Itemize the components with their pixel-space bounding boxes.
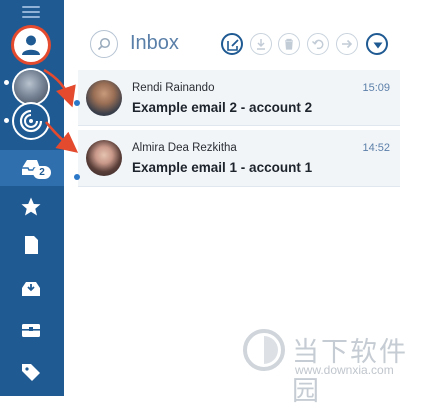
chevron-down-icon [373,42,383,49]
inbox-tray-icon [22,282,40,296]
download-icon [257,39,265,50]
unread-indicator [74,100,80,106]
email-subject: Example email 1 - account 1 [132,160,313,175]
star-icon [21,197,41,216]
email-sender: Rendi Rainando [132,82,215,94]
email-row[interactable]: Almira Dea Rezkitha Example email 1 - ac… [74,130,400,187]
tag-icon [22,364,40,381]
compose-button[interactable] [221,33,243,55]
more-options-button[interactable] [366,33,388,55]
account-swirl-button[interactable] [14,104,48,138]
sidebar-item-tags[interactable] [0,355,64,391]
watermark-logo [243,329,285,371]
email-row[interactable]: Rendi Rainando Example email 2 - account… [74,70,400,126]
account-avatar-photo[interactable] [14,70,48,104]
watermark-url: www.downxia.com [295,363,394,377]
sidebar-item-drafts[interactable]: 2 [0,150,64,186]
sidebar-item-documents[interactable] [0,228,64,264]
sidebar: 2 [0,0,64,396]
trash-icon [285,38,293,50]
compose-icon [227,39,239,51]
user-account-button[interactable] [14,28,48,62]
forward-button[interactable] [336,33,358,55]
account-indicator-dot [4,80,9,85]
delete-button[interactable] [278,33,300,55]
forward-icon [342,39,353,49]
undo-icon [311,39,324,50]
sidebar-item-starred[interactable] [0,190,64,226]
unread-indicator [74,174,80,180]
email-time: 15:09 [362,82,390,94]
unread-count-badge: 2 [33,166,51,179]
swirl-icon [19,109,43,133]
archive-icon [22,324,40,337]
undo-button[interactable] [307,33,329,55]
user-icon [22,35,40,55]
email-sender: Almira Dea Rezkitha [132,142,237,154]
document-icon [25,236,38,254]
account-indicator-dot [4,118,9,123]
avatar [86,140,122,176]
menu-icon[interactable] [22,6,40,22]
search-button[interactable] [90,30,118,58]
search-icon [97,37,111,51]
email-time: 14:52 [362,142,390,154]
download-button[interactable] [250,33,272,55]
avatar [86,80,122,116]
sidebar-item-archive[interactable] [0,313,64,349]
page-title: Inbox [130,32,179,54]
sidebar-item-inbox[interactable] [0,272,64,308]
email-subject: Example email 2 - account 2 [132,100,313,115]
